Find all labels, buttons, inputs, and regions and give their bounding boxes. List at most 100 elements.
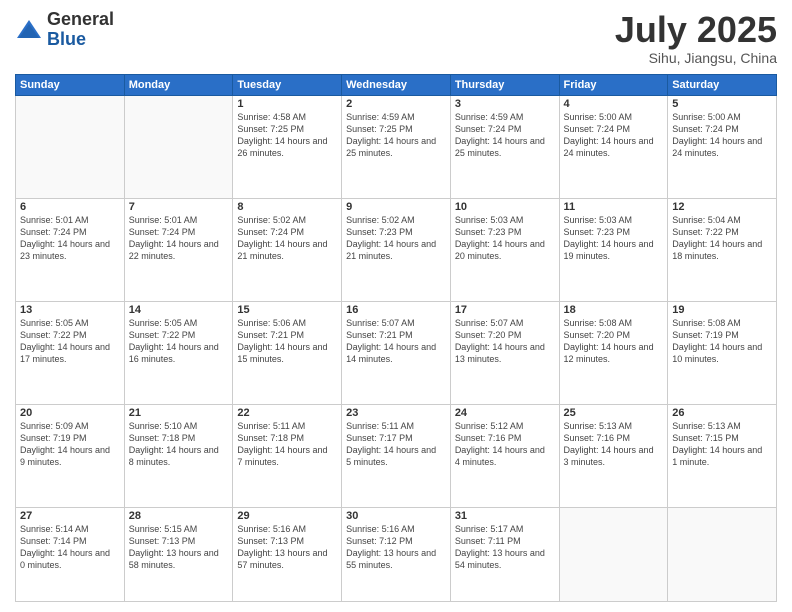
day-info: Sunrise: 5:03 AMSunset: 7:23 PMDaylight:… — [564, 214, 664, 263]
calendar-week-row: 13Sunrise: 5:05 AMSunset: 7:22 PMDayligh… — [16, 301, 777, 404]
day-info: Sunrise: 5:11 AMSunset: 7:18 PMDaylight:… — [237, 420, 337, 469]
day-number: 7 — [129, 201, 229, 213]
calendar-cell — [124, 95, 233, 198]
day-info: Sunrise: 5:00 AMSunset: 7:24 PMDaylight:… — [564, 111, 664, 160]
day-info: Sunrise: 5:16 AMSunset: 7:13 PMDaylight:… — [237, 523, 337, 572]
day-number: 23 — [346, 407, 446, 419]
calendar-cell: 16Sunrise: 5:07 AMSunset: 7:21 PMDayligh… — [342, 301, 451, 404]
day-info: Sunrise: 4:59 AMSunset: 7:25 PMDaylight:… — [346, 111, 446, 160]
day-info: Sunrise: 5:01 AMSunset: 7:24 PMDaylight:… — [20, 214, 120, 263]
day-number: 28 — [129, 510, 229, 522]
header: General Blue July 2025 Sihu, Jiangsu, Ch… — [15, 10, 777, 66]
day-number: 14 — [129, 304, 229, 316]
day-number: 18 — [564, 304, 664, 316]
day-number: 29 — [237, 510, 337, 522]
day-info: Sunrise: 5:02 AMSunset: 7:23 PMDaylight:… — [346, 214, 446, 263]
day-number: 13 — [20, 304, 120, 316]
calendar-cell: 21Sunrise: 5:10 AMSunset: 7:18 PMDayligh… — [124, 404, 233, 507]
day-info: Sunrise: 4:59 AMSunset: 7:24 PMDaylight:… — [455, 111, 555, 160]
day-header-thursday: Thursday — [450, 74, 559, 95]
calendar-cell: 28Sunrise: 5:15 AMSunset: 7:13 PMDayligh… — [124, 507, 233, 601]
calendar-cell: 14Sunrise: 5:05 AMSunset: 7:22 PMDayligh… — [124, 301, 233, 404]
logo-general: General — [47, 10, 114, 30]
day-header-tuesday: Tuesday — [233, 74, 342, 95]
calendar-cell: 27Sunrise: 5:14 AMSunset: 7:14 PMDayligh… — [16, 507, 125, 601]
day-number: 17 — [455, 304, 555, 316]
calendar-cell: 9Sunrise: 5:02 AMSunset: 7:23 PMDaylight… — [342, 198, 451, 301]
day-info: Sunrise: 5:11 AMSunset: 7:17 PMDaylight:… — [346, 420, 446, 469]
location: Sihu, Jiangsu, China — [615, 50, 777, 66]
calendar-cell: 10Sunrise: 5:03 AMSunset: 7:23 PMDayligh… — [450, 198, 559, 301]
day-info: Sunrise: 5:08 AMSunset: 7:19 PMDaylight:… — [672, 317, 772, 366]
calendar-cell: 23Sunrise: 5:11 AMSunset: 7:17 PMDayligh… — [342, 404, 451, 507]
day-info: Sunrise: 5:01 AMSunset: 7:24 PMDaylight:… — [129, 214, 229, 263]
calendar-week-row: 1Sunrise: 4:58 AMSunset: 7:25 PMDaylight… — [16, 95, 777, 198]
logo-text: General Blue — [47, 10, 114, 50]
day-number: 2 — [346, 98, 446, 110]
day-number: 21 — [129, 407, 229, 419]
day-number: 10 — [455, 201, 555, 213]
calendar-cell: 7Sunrise: 5:01 AMSunset: 7:24 PMDaylight… — [124, 198, 233, 301]
day-number: 26 — [672, 407, 772, 419]
day-number: 27 — [20, 510, 120, 522]
day-number: 6 — [20, 201, 120, 213]
calendar-cell: 20Sunrise: 5:09 AMSunset: 7:19 PMDayligh… — [16, 404, 125, 507]
calendar-cell — [559, 507, 668, 601]
calendar-page: General Blue July 2025 Sihu, Jiangsu, Ch… — [0, 0, 792, 612]
day-number: 1 — [237, 98, 337, 110]
day-number: 22 — [237, 407, 337, 419]
day-number: 4 — [564, 98, 664, 110]
calendar-cell: 15Sunrise: 5:06 AMSunset: 7:21 PMDayligh… — [233, 301, 342, 404]
logo-icon — [15, 16, 43, 44]
day-info: Sunrise: 5:05 AMSunset: 7:22 PMDaylight:… — [20, 317, 120, 366]
calendar-cell: 4Sunrise: 5:00 AMSunset: 7:24 PMDaylight… — [559, 95, 668, 198]
calendar-cell: 26Sunrise: 5:13 AMSunset: 7:15 PMDayligh… — [668, 404, 777, 507]
calendar-week-row: 20Sunrise: 5:09 AMSunset: 7:19 PMDayligh… — [16, 404, 777, 507]
day-number: 3 — [455, 98, 555, 110]
logo-blue: Blue — [47, 30, 114, 50]
calendar-cell: 24Sunrise: 5:12 AMSunset: 7:16 PMDayligh… — [450, 404, 559, 507]
calendar-week-row: 6Sunrise: 5:01 AMSunset: 7:24 PMDaylight… — [16, 198, 777, 301]
logo: General Blue — [15, 10, 114, 50]
day-number: 8 — [237, 201, 337, 213]
day-info: Sunrise: 5:17 AMSunset: 7:11 PMDaylight:… — [455, 523, 555, 572]
calendar-cell: 17Sunrise: 5:07 AMSunset: 7:20 PMDayligh… — [450, 301, 559, 404]
day-info: Sunrise: 4:58 AMSunset: 7:25 PMDaylight:… — [237, 111, 337, 160]
calendar-cell — [668, 507, 777, 601]
day-info: Sunrise: 5:08 AMSunset: 7:20 PMDaylight:… — [564, 317, 664, 366]
day-number: 30 — [346, 510, 446, 522]
day-number: 20 — [20, 407, 120, 419]
calendar-cell — [16, 95, 125, 198]
calendar-cell: 22Sunrise: 5:11 AMSunset: 7:18 PMDayligh… — [233, 404, 342, 507]
day-number: 25 — [564, 407, 664, 419]
calendar-cell: 3Sunrise: 4:59 AMSunset: 7:24 PMDaylight… — [450, 95, 559, 198]
day-info: Sunrise: 5:04 AMSunset: 7:22 PMDaylight:… — [672, 214, 772, 263]
title-block: July 2025 Sihu, Jiangsu, China — [615, 10, 777, 66]
day-info: Sunrise: 5:13 AMSunset: 7:16 PMDaylight:… — [564, 420, 664, 469]
day-header-friday: Friday — [559, 74, 668, 95]
calendar-cell: 29Sunrise: 5:16 AMSunset: 7:13 PMDayligh… — [233, 507, 342, 601]
day-header-wednesday: Wednesday — [342, 74, 451, 95]
calendar-table: SundayMondayTuesdayWednesdayThursdayFrid… — [15, 74, 777, 602]
day-info: Sunrise: 5:03 AMSunset: 7:23 PMDaylight:… — [455, 214, 555, 263]
calendar-cell: 2Sunrise: 4:59 AMSunset: 7:25 PMDaylight… — [342, 95, 451, 198]
calendar-cell: 8Sunrise: 5:02 AMSunset: 7:24 PMDaylight… — [233, 198, 342, 301]
calendar-cell: 19Sunrise: 5:08 AMSunset: 7:19 PMDayligh… — [668, 301, 777, 404]
day-number: 5 — [672, 98, 772, 110]
calendar-header-row: SundayMondayTuesdayWednesdayThursdayFrid… — [16, 74, 777, 95]
calendar-cell: 30Sunrise: 5:16 AMSunset: 7:12 PMDayligh… — [342, 507, 451, 601]
day-info: Sunrise: 5:10 AMSunset: 7:18 PMDaylight:… — [129, 420, 229, 469]
calendar-cell: 1Sunrise: 4:58 AMSunset: 7:25 PMDaylight… — [233, 95, 342, 198]
calendar-cell: 13Sunrise: 5:05 AMSunset: 7:22 PMDayligh… — [16, 301, 125, 404]
day-header-monday: Monday — [124, 74, 233, 95]
calendar-cell: 12Sunrise: 5:04 AMSunset: 7:22 PMDayligh… — [668, 198, 777, 301]
calendar-cell: 5Sunrise: 5:00 AMSunset: 7:24 PMDaylight… — [668, 95, 777, 198]
day-header-saturday: Saturday — [668, 74, 777, 95]
month-title: July 2025 — [615, 10, 777, 50]
day-info: Sunrise: 5:09 AMSunset: 7:19 PMDaylight:… — [20, 420, 120, 469]
calendar-week-row: 27Sunrise: 5:14 AMSunset: 7:14 PMDayligh… — [16, 507, 777, 601]
calendar-cell: 18Sunrise: 5:08 AMSunset: 7:20 PMDayligh… — [559, 301, 668, 404]
day-number: 9 — [346, 201, 446, 213]
day-header-sunday: Sunday — [16, 74, 125, 95]
calendar-cell: 25Sunrise: 5:13 AMSunset: 7:16 PMDayligh… — [559, 404, 668, 507]
